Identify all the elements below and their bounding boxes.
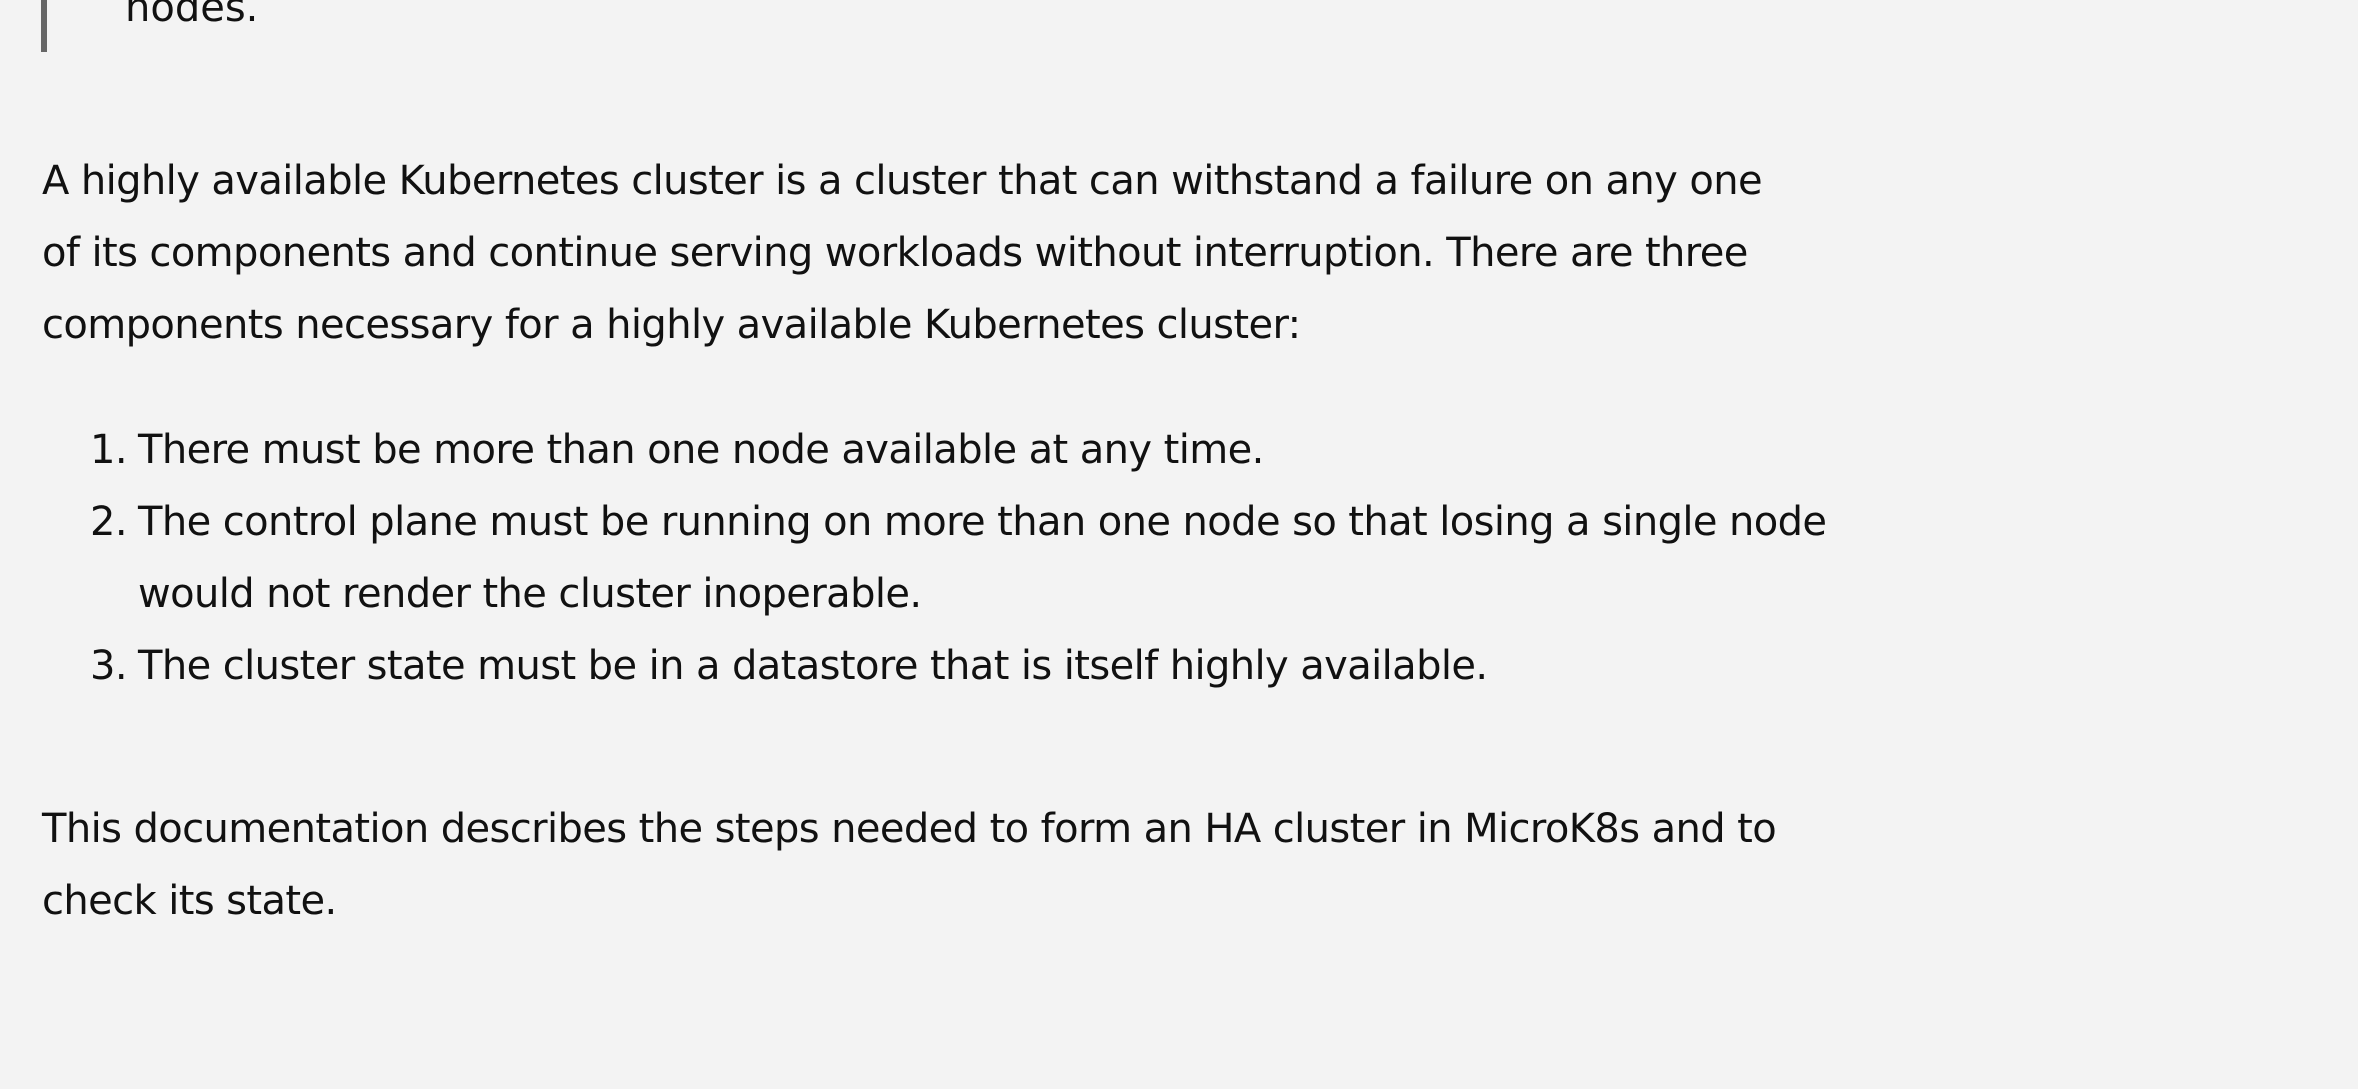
list-item-number: 1. xyxy=(90,427,128,473)
list-item-text: The cluster state must be in a datastore… xyxy=(138,643,1488,689)
blockquote-tail-text: nodes. xyxy=(125,0,259,31)
outro-line: This documentation describes the steps n… xyxy=(42,806,1777,852)
list-item-text: There must be more than one node availab… xyxy=(138,427,1264,473)
documentation-page: nodes. A highly available Kubernetes clu… xyxy=(0,0,2358,1089)
list-item: 3. The cluster state must be in a datast… xyxy=(42,630,2042,702)
intro-line: A highly available Kubernetes cluster is… xyxy=(42,158,1763,204)
list-item-number: 3. xyxy=(90,643,128,689)
intro-paragraph: A highly available Kubernetes cluster is… xyxy=(42,145,2002,361)
outro-line: check its state. xyxy=(42,878,337,924)
list-item: 1. There must be more than one node avai… xyxy=(42,414,2042,486)
list-item-number: 2. xyxy=(90,499,128,545)
outro-paragraph: This documentation describes the steps n… xyxy=(42,793,2002,937)
note-blockquote: nodes. xyxy=(41,0,1941,52)
requirements-list: 1. There must be more than one node avai… xyxy=(42,414,2042,702)
list-item: 2. The control plane must be running on … xyxy=(42,486,2042,630)
list-item-text: would not render the cluster inoperable. xyxy=(138,571,922,617)
list-item-text: The control plane must be running on mor… xyxy=(138,499,1827,545)
intro-line: of its components and continue serving w… xyxy=(42,230,1748,276)
intro-line: components necessary for a highly availa… xyxy=(42,302,1301,348)
